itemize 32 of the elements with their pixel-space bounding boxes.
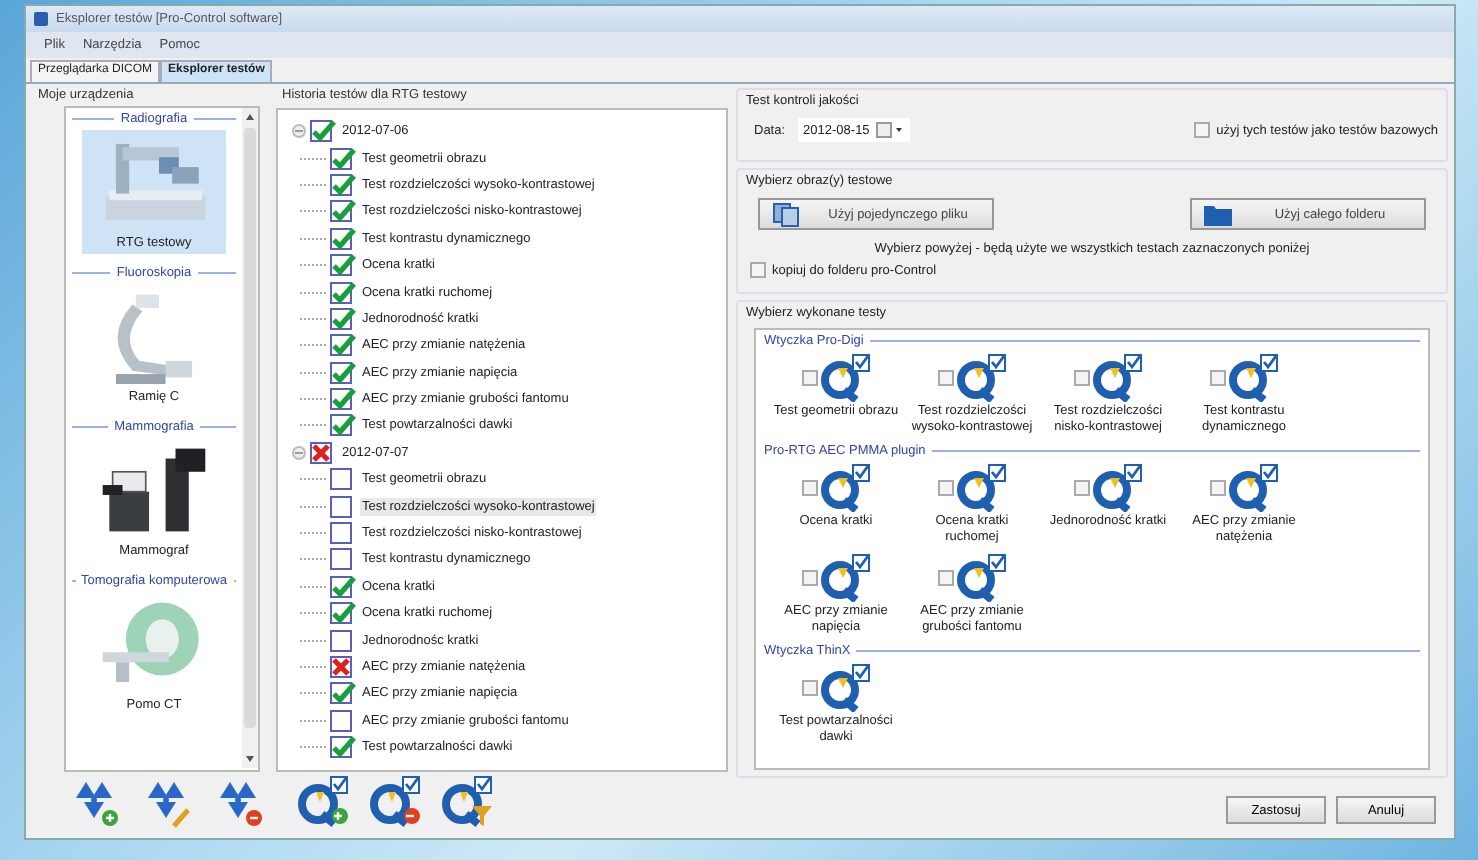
checkbox[interactable]: [937, 570, 953, 586]
files-icon: [772, 201, 800, 227]
checkbox[interactable]: [937, 480, 953, 496]
scrollbar[interactable]: [242, 108, 258, 768]
test-plus-button[interactable]: [296, 776, 352, 828]
q-radiation-checkbox-icon: [955, 354, 1007, 402]
q-radiation-checkbox-icon: [955, 554, 1007, 602]
test-minus-button[interactable]: [368, 776, 424, 828]
collapse-toggle-icon[interactable]: [292, 124, 306, 139]
checkbox[interactable]: [937, 370, 953, 386]
q-radiation-checkbox-icon: [1227, 464, 1279, 512]
q-radiation-checkbox-icon: [1227, 354, 1279, 402]
checkbox[interactable]: [801, 480, 817, 496]
collapse-toggle-icon[interactable]: [292, 445, 306, 460]
q-radiation-checkbox-icon: [955, 464, 1007, 512]
folder-icon: [1204, 201, 1232, 227]
checkbox[interactable]: [801, 680, 817, 696]
q-radiation-checkbox-icon: [1091, 354, 1143, 402]
app-icon: [32, 10, 50, 28]
checkbox[interactable]: [1073, 480, 1089, 496]
checkbox[interactable]: [1209, 370, 1225, 386]
checkbox[interactable]: [1073, 370, 1089, 386]
q-radiation-checkbox-icon: [819, 554, 871, 602]
q-radiation-checkbox-icon: [819, 664, 871, 712]
q-radiation-checkbox-icon: [819, 354, 871, 402]
checkbox[interactable]: [801, 570, 817, 586]
test-funnel-button[interactable]: [440, 776, 496, 828]
checkbox[interactable]: [1209, 480, 1225, 496]
checkbox[interactable]: [801, 370, 817, 386]
q-radiation-checkbox-icon: [1091, 464, 1143, 512]
q-radiation-checkbox-icon: [819, 464, 871, 512]
calendar-dropdown-icon: [875, 122, 904, 138]
